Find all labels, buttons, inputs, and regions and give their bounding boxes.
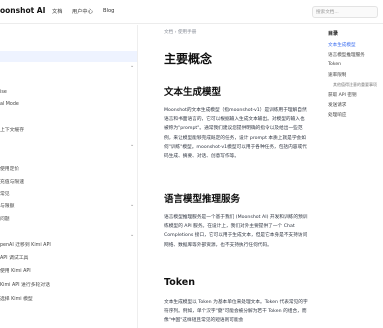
sidebar-item[interactable]: al Mode xyxy=(0,102,19,107)
nav-link-docs[interactable]: 文档 xyxy=(52,8,62,15)
sidebar-item[interactable]: 选择 Kimi 模型 xyxy=(0,295,33,302)
toc-item-token[interactable]: Token xyxy=(328,62,341,67)
section-body-inference-service: 语言模型推理服务是一个基于我们 (Moonshot AI) 开发和训练的预训练模… xyxy=(164,215,308,248)
top-navigation-bar: oonshot AI 文档 用户中心 Blog 搜索文档... xyxy=(0,0,383,24)
toc-item-notes[interactable]: 其他值得注意的重要事项 xyxy=(333,82,377,88)
nav-link-blog[interactable]: Blog xyxy=(103,8,114,14)
nav-link-user-center[interactable]: 用户中心 xyxy=(72,8,93,15)
sidebar-item[interactable]: 与限额 xyxy=(0,202,14,209)
sidebar: ⌄ ise al Mode 上下文缓存 ⌄ ⌄ 使用定价 充值与限速 常见 与限… xyxy=(0,25,138,328)
section-body-text-generation: Moonshot的文本生成模型（指moonshot-v1）是训练用于理解自然语言… xyxy=(164,108,307,160)
section-heading-inference-service: 语言模型推理服务 xyxy=(164,194,241,205)
chevron-down-icon[interactable]: ⌄ xyxy=(130,142,134,148)
sidebar-item[interactable]: 使用 Kimi API xyxy=(0,267,31,274)
section-heading-text-generation: 文本生成模型 xyxy=(164,87,222,98)
toc-item-handle-response[interactable]: 处理响应 xyxy=(328,112,346,118)
sidebar-item[interactable]: 上下文缓存 xyxy=(0,126,24,133)
toc-item-get-api-key[interactable]: 获取 API 密钥 xyxy=(328,92,357,98)
page-title: 主要概念 xyxy=(164,52,213,66)
toc-title: 目录 xyxy=(328,31,339,37)
sidebar-item[interactable]: API 调试工具 xyxy=(0,254,28,261)
sidebar-item[interactable]: 使用定价 xyxy=(0,165,19,172)
sidebar-item[interactable]: Kimi API 进行多轮对话 xyxy=(0,281,50,288)
toc-item-send-request[interactable]: 发送请求 xyxy=(328,102,346,108)
section-heading-token: Token xyxy=(164,277,196,288)
sidebar-item[interactable]: ise xyxy=(0,90,7,95)
toc-item-rate-limit[interactable]: 速率限制 xyxy=(328,72,346,78)
sidebar-item[interactable]: 问题 xyxy=(0,215,10,222)
section-body-token: 文本生成模型以 Token 为基本单位来处理文本。Token 代表常见的字符序列… xyxy=(164,300,308,324)
search-input[interactable]: 搜索文档... xyxy=(312,6,378,18)
sidebar-item[interactable]: penAI 迁移到 Kimi API xyxy=(0,241,51,248)
sidebar-item[interactable]: 常见 xyxy=(0,190,10,197)
toc-item-inference-service[interactable]: 语言模型推理服务 xyxy=(328,52,365,58)
brand-logo-text[interactable]: oonshot AI xyxy=(0,6,45,15)
sidebar-item[interactable]: 充值与限速 xyxy=(0,178,24,185)
toc-item-text-generation[interactable]: 文本生成模型 xyxy=(328,42,356,48)
sidebar-active-highlight xyxy=(0,51,137,62)
breadcrumb[interactable]: 文档 › 使用手册 xyxy=(164,29,196,35)
chevron-down-icon[interactable]: ⌄ xyxy=(130,202,134,208)
chevron-down-icon[interactable]: ⌄ xyxy=(130,63,134,69)
chevron-down-icon[interactable]: ⌄ xyxy=(130,232,134,238)
